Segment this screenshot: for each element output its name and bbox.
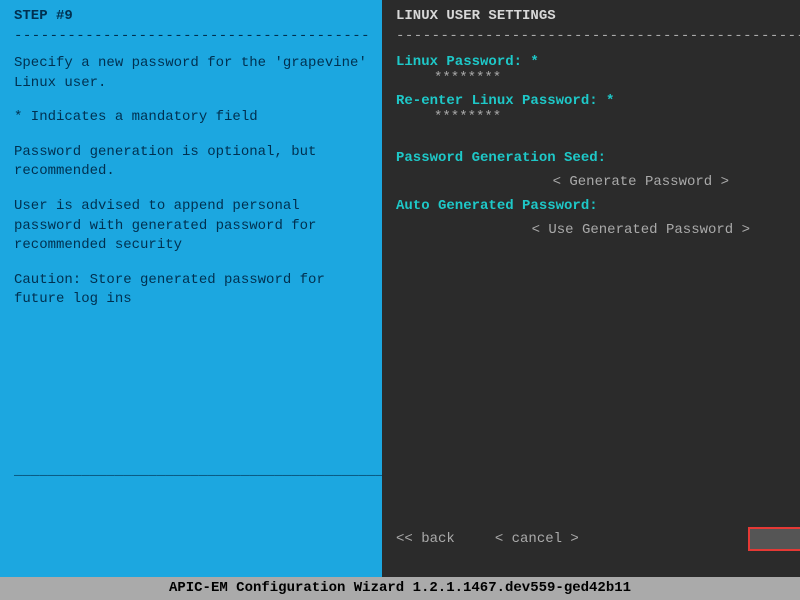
nav-bar: << back < cancel > next >>	[396, 527, 800, 569]
back-button[interactable]: << back	[396, 531, 455, 547]
step-header: STEP #9	[14, 8, 368, 24]
left-instructions: Specify a new password for the 'grapevin…	[14, 54, 368, 463]
main-container: STEP #9 --------------------------------…	[0, 0, 800, 577]
generation-note: Password generation is optional, but rec…	[14, 143, 368, 182]
intro-text: Specify a new password for the 'grapevin…	[14, 54, 368, 93]
linux-password-field[interactable]: ********	[434, 70, 800, 86]
cancel-button[interactable]: < cancel >	[495, 531, 579, 547]
next-button[interactable]: next >>	[748, 527, 800, 551]
generate-password-button[interactable]: < Generate Password >	[396, 174, 800, 190]
seed-label: Password Generation Seed:	[396, 150, 800, 166]
caution-text: Caution: Store generated password for fu…	[14, 271, 368, 310]
reenter-password-group: Re-enter Linux Password: * ********	[396, 93, 800, 130]
right-divider: ----------------------------------------…	[396, 28, 800, 44]
right-panel: LINUX USER SETTINGS --------------------…	[382, 0, 800, 577]
settings-header: LINUX USER SETTINGS	[396, 8, 800, 24]
footer-bar: APIC-EM Configuration Wizard 1.2.1.1467.…	[0, 577, 800, 600]
mandatory-note: * Indicates a mandatory field	[14, 108, 368, 128]
auto-generated-label: Auto Generated Password:	[396, 198, 800, 214]
use-generated-password-button[interactable]: < Use Generated Password >	[396, 222, 800, 238]
left-divider: ----------------------------------------…	[14, 28, 368, 44]
linux-password-group: Linux Password: * ********	[396, 54, 800, 91]
reenter-password-label: Re-enter Linux Password: *	[396, 93, 800, 109]
spacer	[396, 132, 800, 150]
linux-password-label: Linux Password: *	[396, 54, 800, 70]
reenter-password-field[interactable]: ********	[434, 109, 800, 125]
advice-text: User is advised to append personal passw…	[14, 197, 368, 256]
left-bottom-divider: ________________________________________…	[14, 463, 368, 479]
left-panel: STEP #9 --------------------------------…	[0, 0, 382, 577]
